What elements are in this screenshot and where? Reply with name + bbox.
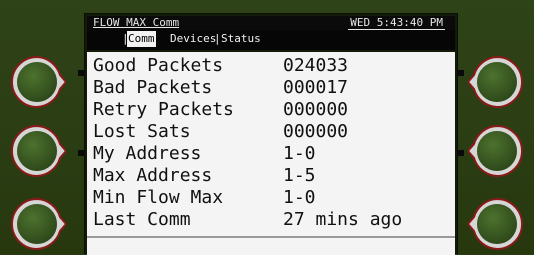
stat-row-good-packets: Good Packets 024033: [93, 56, 449, 76]
stat-label: My Address: [93, 143, 202, 164]
softkey-icon: [468, 197, 523, 251]
stat-label: Retry Packets: [93, 99, 234, 120]
stat-value: 1-5: [283, 165, 316, 186]
right-softkey-1[interactable]: [468, 53, 526, 111]
comm-stats-panel: Good Packets 024033 Bad Packets 000017 R…: [87, 52, 455, 255]
left-softkey-3[interactable]: [8, 195, 66, 253]
stat-row-my-address: My Address 1-0: [93, 144, 449, 164]
stat-value: 000017: [283, 77, 349, 98]
left-softkey-2[interactable]: [8, 122, 66, 180]
stat-value: 1-0: [283, 143, 316, 164]
stat-value: 024033: [283, 55, 349, 76]
stat-label: Min Flow Max: [93, 187, 224, 208]
device-bezel: FLOW MAX Comm WED 5:43:40 PM | Comm Devi…: [0, 0, 534, 255]
stat-row-bad-packets: Bad Packets 000017: [93, 78, 449, 98]
tab-devices[interactable]: Devices: [169, 31, 217, 47]
indicator-notch: [458, 150, 464, 156]
indicator-notch: [78, 150, 84, 156]
right-softkey-3[interactable]: [468, 195, 526, 253]
stat-value: 27 mins ago: [283, 209, 403, 230]
stat-label: Good Packets: [93, 55, 224, 76]
stat-row-retry-packets: Retry Packets 000000: [93, 100, 449, 120]
stat-label: Max Address: [93, 165, 213, 186]
stat-value: 000000: [283, 121, 349, 142]
title-bar: FLOW MAX Comm WED 5:43:40 PM: [87, 16, 455, 30]
stat-row-max-address: Max Address 1-5: [93, 166, 449, 186]
tab-comm[interactable]: Comm: [126, 31, 156, 47]
datetime-display: WED 5:43:40 PM: [348, 16, 445, 30]
softkey-icon: [11, 197, 66, 251]
indicator-notch: [458, 70, 464, 76]
left-softkey-1[interactable]: [8, 53, 66, 111]
right-softkey-2[interactable]: [468, 122, 526, 180]
tab-bar: | Comm Devices | Status: [87, 30, 455, 50]
stat-row-min-flow-max: Min Flow Max 1-0: [93, 188, 449, 208]
lcd-screen: FLOW MAX Comm WED 5:43:40 PM | Comm Devi…: [84, 13, 458, 255]
softkey-icon: [468, 124, 523, 178]
stat-value: 1-0: [283, 187, 316, 208]
softkey-icon: [11, 55, 66, 109]
stat-label: Bad Packets: [93, 77, 213, 98]
softkey-icon: [11, 124, 66, 178]
stat-row-lost-sats: Lost Sats 000000: [93, 122, 449, 142]
indicator-notch: [78, 70, 84, 76]
stat-label: Lost Sats: [93, 121, 191, 142]
app-title: FLOW MAX Comm: [93, 16, 180, 29]
stat-value: 000000: [283, 99, 349, 120]
stat-row-last-comm: Last Comm 27 mins ago: [93, 210, 449, 230]
tab-status[interactable]: Status: [220, 31, 262, 47]
stat-label: Last Comm: [93, 209, 191, 230]
divider: [87, 236, 455, 238]
softkey-icon: [468, 55, 523, 109]
